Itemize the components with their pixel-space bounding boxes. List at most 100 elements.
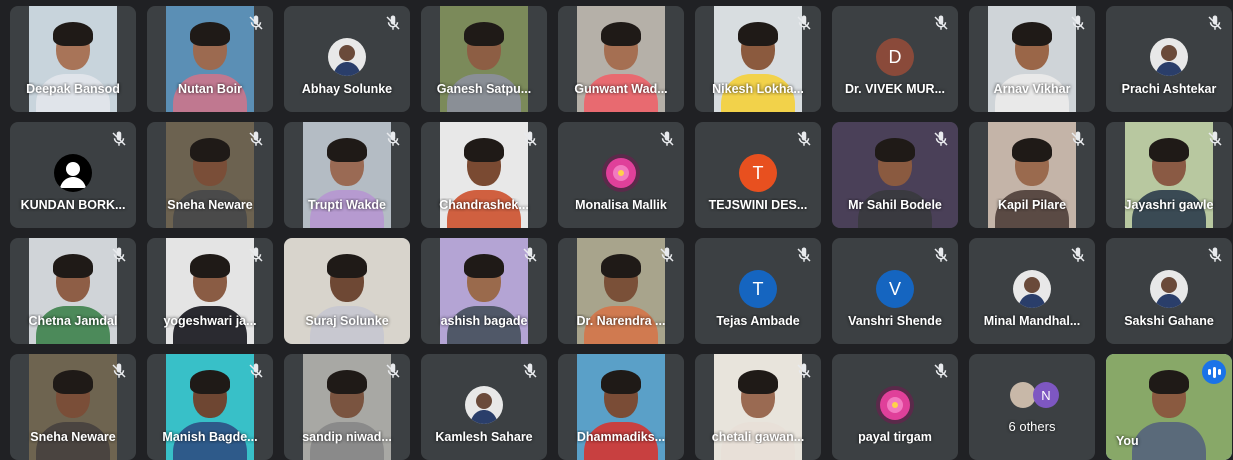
mic-off-icon [1206,14,1224,32]
mic-off-icon [932,14,950,32]
participant-tile[interactable]: Deepak Bansod [10,6,136,112]
person-hair [1012,138,1052,162]
video-feed [440,238,528,344]
participant-tile[interactable]: yogeshwari ja... [147,238,273,344]
participant-tile[interactable]: chetali gawan... [695,354,821,460]
participant-tile[interactable]: Sneha Neware [10,354,136,460]
mic-off-icon [1069,246,1087,264]
person-hair [464,22,504,46]
video-feed [440,6,528,112]
participant-tile[interactable]: payal tirgam [832,354,958,460]
person-hair [875,138,915,162]
mic-off-icon [795,362,813,380]
participant-tile[interactable]: Nutan Boir [147,6,273,112]
mic-off-icon [110,130,128,148]
mic-off-icon [932,246,950,264]
letter-avatar: D [876,38,914,76]
participant-tile[interactable]: Manish Bagde... [147,354,273,460]
video-feed [29,238,117,344]
person-hair [738,22,778,46]
participant-tile[interactable]: Monalisa Mallik [558,122,684,228]
person-hair [1012,22,1052,46]
participant-name: ashish bagade [440,314,528,328]
participant-tile[interactable]: Mr Sahil Bodele [832,122,958,228]
video-feed [166,238,254,344]
participant-name: Sneha Neware [30,430,116,444]
participant-tile[interactable]: N 6 others [969,354,1095,460]
participant-tile[interactable]: Sneha Neware [147,122,273,228]
participant-tile[interactable]: Sakshi Gahane [1106,238,1232,344]
person-hair [53,370,93,394]
participant-name: Minal Mandhal... [983,314,1081,328]
participant-name: Arnav Vikhar [993,82,1071,96]
participant-tile[interactable]: D Dr. VIVEK MUR... [832,6,958,112]
profile-photo-icon [328,38,366,76]
participant-tile[interactable]: Nikesh Lokha... [695,6,821,112]
participant-tile[interactable]: Suraj Solunke [284,238,410,344]
video-feed [166,6,254,112]
person-hair [1149,370,1189,394]
participant-tile[interactable]: sandip niwad... [284,354,410,460]
person-hair [464,138,504,162]
participant-tile[interactable]: Abhay Solunke [284,6,410,112]
participant-tile[interactable]: ashish bagade [421,238,547,344]
participant-name: Manish Bagde... [162,430,258,444]
profile-photo-icon [1150,270,1188,308]
mic-off-icon [1206,246,1224,264]
participant-tile[interactable]: T TEJSWINI DES... [695,122,821,228]
letter-avatar: T [739,154,777,192]
participant-tile[interactable]: Gunwant Wad... [558,6,684,112]
flower-photo-icon [876,386,914,424]
participant-name: You [1116,434,1139,448]
profile-photo-icon [1150,38,1188,76]
video-feed [29,354,117,460]
participant-tile[interactable]: You [1106,354,1232,460]
letter-avatar: T [739,270,777,308]
participant-tile[interactable]: Arnav Vikhar [969,6,1095,112]
video-feed [166,354,254,460]
participant-tile[interactable]: Chandrashek... [421,122,547,228]
participant-tile[interactable]: Trupti Wakde [284,122,410,228]
video-feed [988,6,1076,112]
video-feed [303,354,391,460]
participant-name: Suraj Solunke [305,314,389,328]
participant-name: payal tirgam [858,430,932,444]
person-hair [53,254,93,278]
person-hair [190,370,230,394]
participant-grid: Deepak Bansod Nutan Boir Abhay Solunke Gane… [10,6,1232,460]
participant-name: Prachi Ashtekar [1121,82,1217,96]
video-feed [577,238,665,344]
person-hair [53,22,93,46]
participant-tile[interactable]: Minal Mandhal... [969,238,1095,344]
participant-name: Deepak Bansod [26,82,120,96]
person-hair [190,138,230,162]
participant-tile[interactable]: Kapil Pilare [969,122,1095,228]
mic-off-icon [932,362,950,380]
participant-name: Abhay Solunke [301,82,393,96]
profile-photo-icon [465,386,503,424]
video-feed [1125,122,1213,228]
participant-tile[interactable]: Prachi Ashtekar [1106,6,1232,112]
participant-tile[interactable]: Dr. Narendra ... [558,238,684,344]
participant-tile[interactable]: KUNDAN BORK... [10,122,136,228]
mic-off-icon [247,130,265,148]
participant-name: Trupti Wakde [307,198,386,212]
others-letter-avatar: N [1033,382,1059,408]
video-feed [988,122,1076,228]
participant-tile[interactable]: Dhammadiks... [558,354,684,460]
participant-tile[interactable]: Ganesh Satpu... [421,6,547,112]
participant-tile[interactable]: Kamlesh Sahare [421,354,547,460]
participant-tile[interactable]: T Tejas Ambade [695,238,821,344]
participant-tile[interactable]: Jayashri gawle [1106,122,1232,228]
person-hair [327,138,367,162]
participant-tile[interactable]: V Vanshri Shende [832,238,958,344]
participant-name: Kapil Pilare [997,198,1067,212]
mic-off-icon [1206,130,1224,148]
video-feed [166,122,254,228]
mic-off-icon [932,130,950,148]
person-hair [327,370,367,394]
person-hair [601,370,641,394]
mic-off-icon [247,14,265,32]
mic-off-icon [658,246,676,264]
participant-tile[interactable]: Chetna Jamdal [10,238,136,344]
